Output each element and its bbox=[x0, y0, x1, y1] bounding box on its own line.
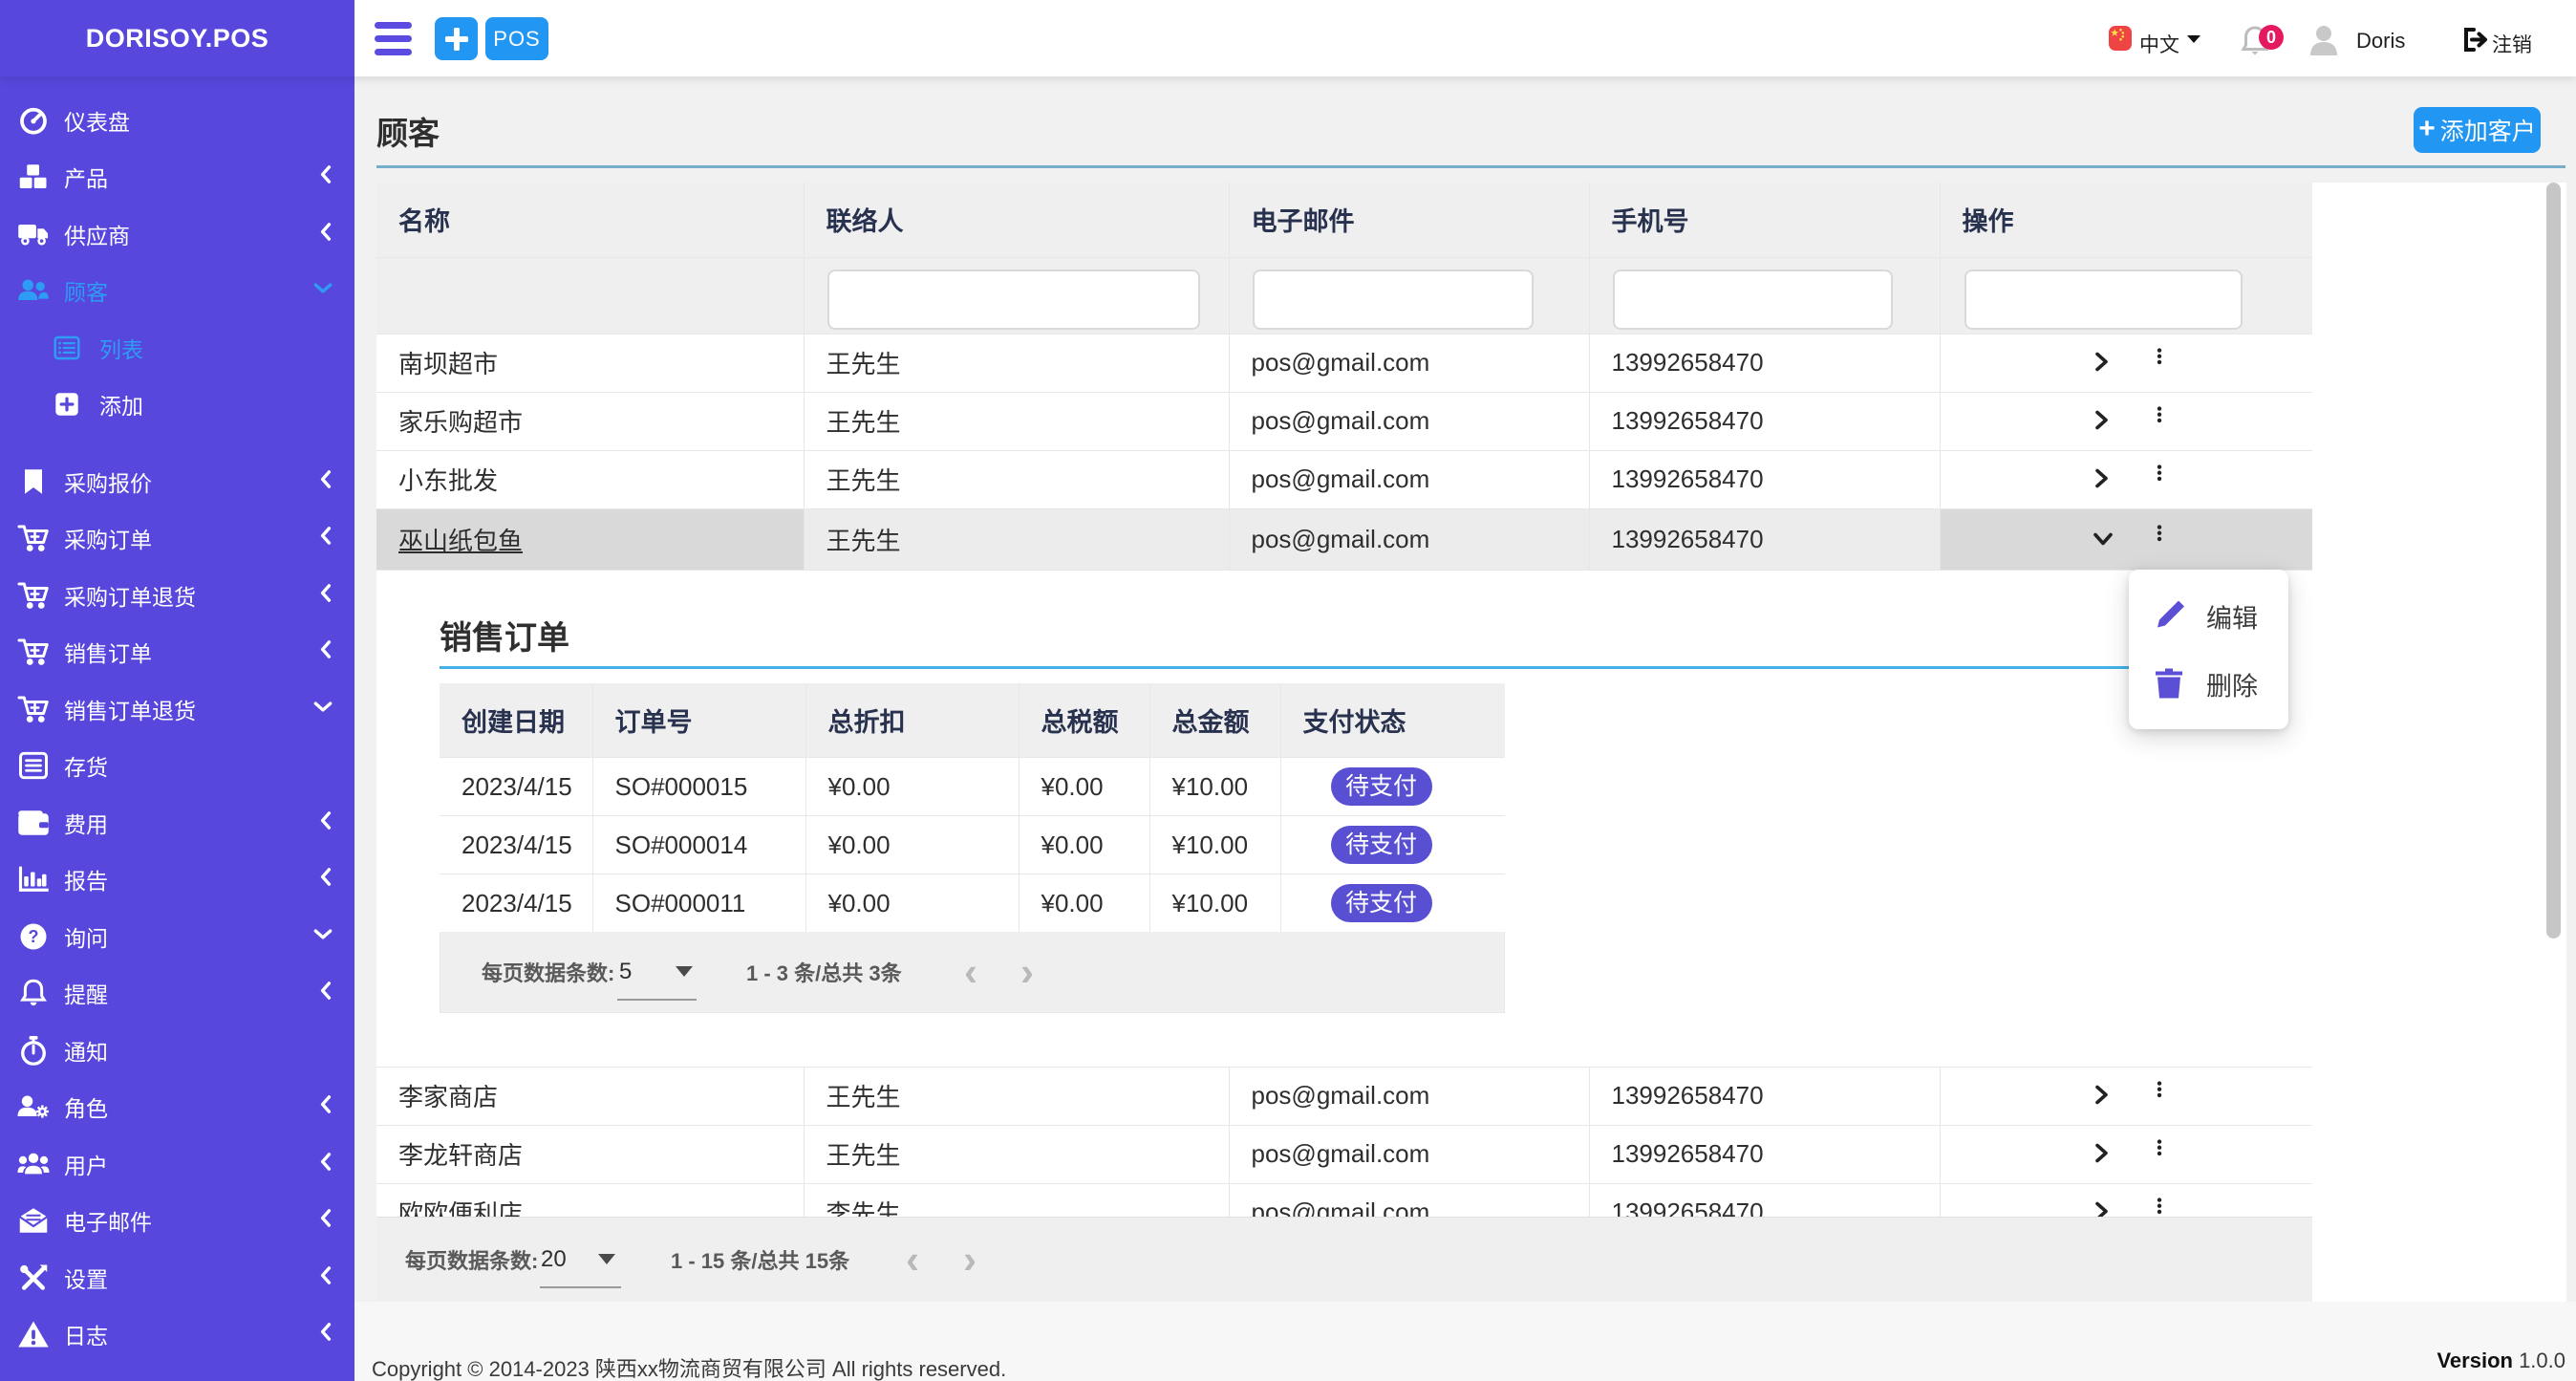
svg-text:?: ? bbox=[29, 927, 39, 946]
